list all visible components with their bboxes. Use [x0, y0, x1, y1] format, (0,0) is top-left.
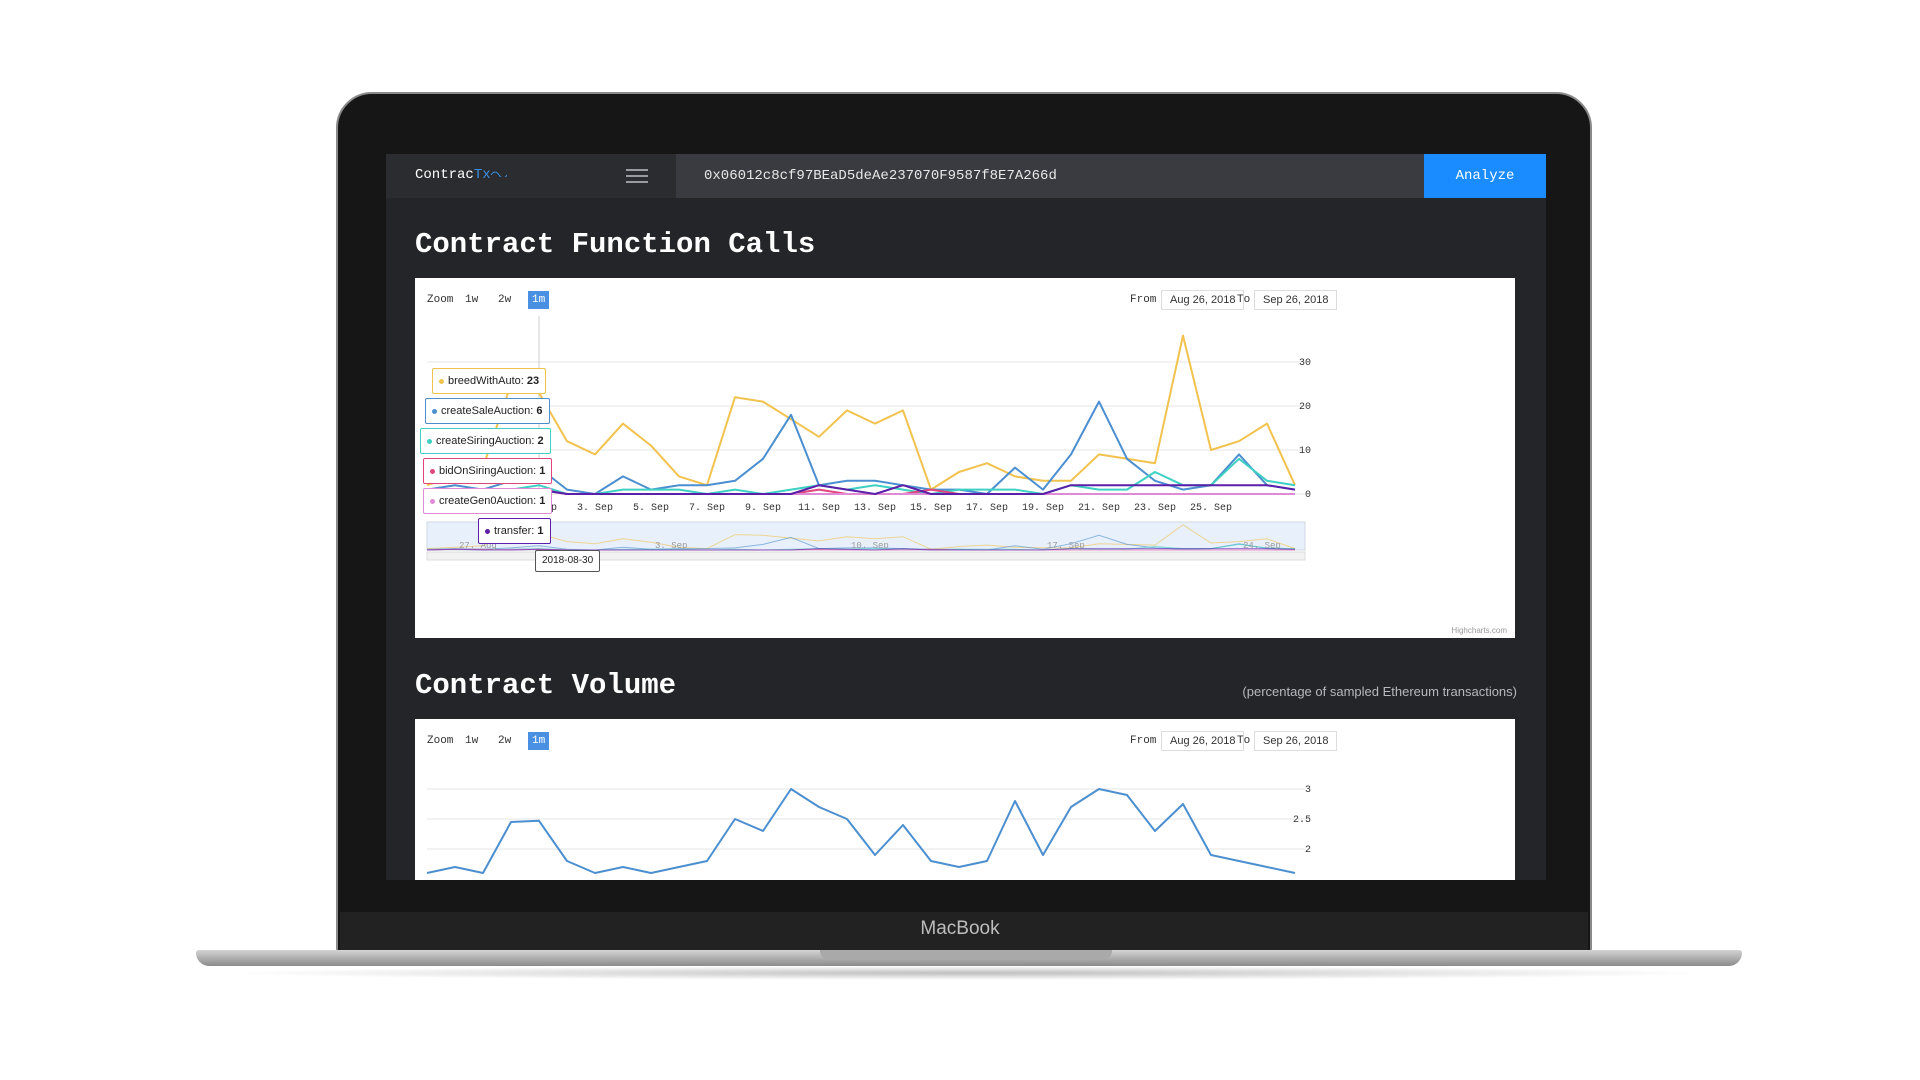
address-bar [676, 154, 1424, 198]
navigator-label: 24. Sep [1243, 541, 1281, 551]
x-tick-label: 15. Sep [910, 503, 952, 514]
x-tick-label: 13. Sep [854, 503, 896, 514]
navigator-label: 3. Sep [655, 541, 687, 551]
y-tick-label: 10 [1299, 446, 1311, 457]
hamburger-menu-icon[interactable] [626, 169, 648, 183]
x-tick-label: 17. Sep [966, 503, 1008, 514]
x-tick-label: 25. Sep [1190, 503, 1232, 514]
tooltip-series-name: createSaleAuction [441, 405, 531, 417]
tooltip-series-value: 2 [537, 435, 544, 447]
x-tick-label: 9. Sep [745, 503, 781, 514]
tooltip-breedWithAuto: breedWithAuto: 23 [432, 368, 547, 394]
series-line-volume [426, 788, 1296, 874]
y-tick-label: 2.5 [1293, 815, 1311, 826]
laptop-notch [820, 950, 1112, 959]
logo-wave-icon [490, 171, 508, 179]
laptop-shadow [220, 966, 1720, 980]
tooltip-createGen0Auction: createGen0Auction: 1 [423, 488, 553, 514]
x-tick-label: 21. Sep [1078, 503, 1120, 514]
tooltip-series-value: 1 [539, 465, 546, 477]
function-calls-chart[interactable]: 010203028. Aug1. Sep3. Sep5. Sep7. Sep9.… [415, 278, 1515, 638]
tooltip-series-value: 1 [539, 495, 546, 507]
function-calls-chart-card: Zoom 1w 2w 1m From Aug 26, 2018 To Sep 2… [415, 278, 1515, 638]
tooltip-transfer: transfer: 1 [478, 518, 551, 544]
tooltip-series-name: breedWithAuto [448, 375, 521, 387]
highcharts-credit[interactable]: Highcharts.com [1451, 626, 1507, 635]
section-subtitle-contract-volume: (percentage of sampled Ethereum transact… [1242, 684, 1517, 699]
logo-main-text: Contrac [415, 167, 474, 183]
y-tick-label: 3 [1305, 785, 1311, 796]
series-line-breedWithAuto [426, 334, 1296, 491]
logo-accent-text: Tx [473, 167, 491, 183]
section-title-function-calls: Contract Function Calls [415, 228, 816, 261]
tooltip-series-name: bidOnSiringAuction [439, 465, 534, 477]
tooltip-series-name: createGen0Auction [439, 495, 534, 507]
tooltip-createSaleAuction: createSaleAuction: 6 [425, 398, 550, 424]
y-tick-label: 30 [1299, 358, 1311, 369]
device-brand-label: MacBook [920, 918, 1000, 939]
tooltip-series-name: createSiringAuction [436, 435, 532, 447]
navigator-label: 10. Sep [851, 541, 889, 551]
analyze-button[interactable]: Analyze [1424, 154, 1546, 198]
brand-box: ContracTx [386, 154, 676, 198]
top-bar: ContracTx Analyze [386, 154, 1546, 198]
tooltip-series-value: 23 [526, 375, 540, 387]
tooltip-series-value: 1 [537, 525, 544, 537]
y-tick-label: 20 [1299, 402, 1311, 413]
app-logo[interactable]: ContracTx [415, 167, 508, 183]
y-tick-label: 0 [1305, 490, 1311, 501]
x-tick-label: 23. Sep [1134, 503, 1176, 514]
series-line-createSiringAuction [426, 457, 1296, 495]
x-tick-label: 7. Sep [689, 503, 725, 514]
tooltip-createSiringAuction: createSiringAuction: 2 [420, 428, 551, 454]
tooltip-bidOnSiringAuction: bidOnSiringAuction: 1 [423, 458, 553, 484]
section-title-contract-volume: Contract Volume [415, 669, 677, 702]
tooltip-series-name: transfer [494, 525, 532, 537]
contract-volume-chart[interactable]: 22.53 [415, 719, 1515, 880]
hover-date-label: 2018-08-30 [535, 550, 601, 572]
x-tick-label: 5. Sep [633, 503, 669, 514]
tooltip-series-value: 6 [536, 405, 543, 417]
x-tick-label: 19. Sep [1022, 503, 1064, 514]
contract-address-input[interactable] [676, 154, 1424, 198]
x-tick-label: 11. Sep [798, 503, 840, 514]
y-tick-label: 2 [1305, 845, 1311, 856]
screen: ContracTx Analyze Contract Function Call… [386, 154, 1546, 880]
x-tick-label: 3. Sep [577, 503, 613, 514]
contract-volume-chart-card: Zoom 1w 2w 1m From Aug 26, 2018 To Sep 2… [415, 719, 1515, 880]
navigator-label: 17. Sep [1047, 541, 1085, 551]
